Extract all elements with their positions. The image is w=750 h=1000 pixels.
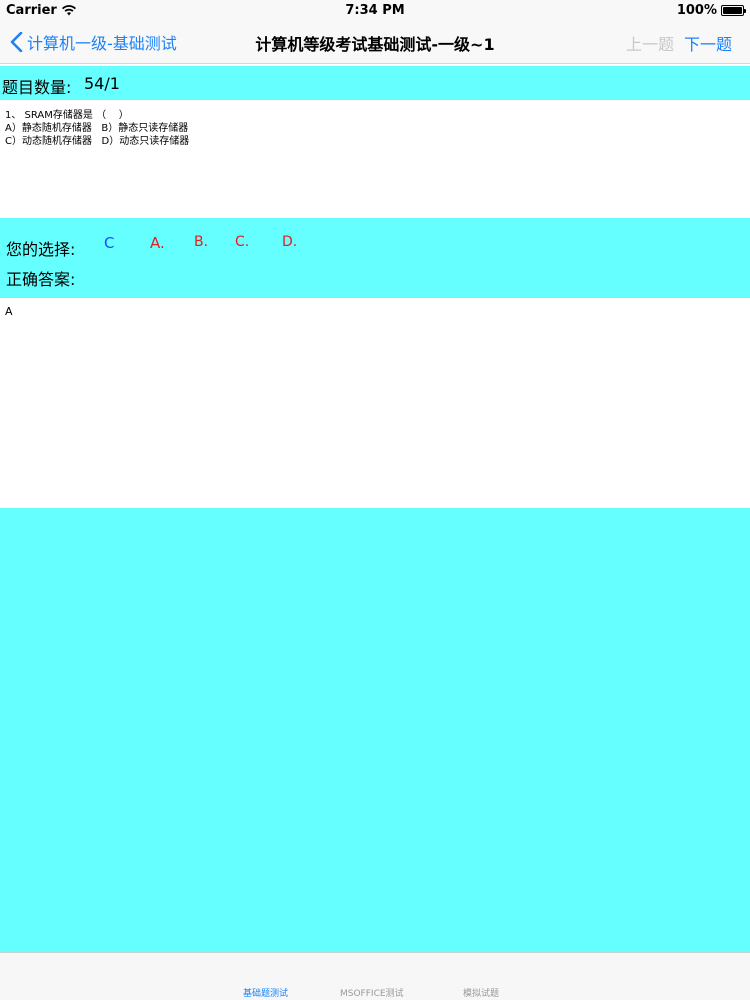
option-b-button[interactable]: B. <box>194 234 208 250</box>
your-choice-label: 您的选择: <box>6 240 76 259</box>
battery-group: 100% <box>676 3 746 18</box>
answer-explanation-area: A <box>0 298 750 508</box>
selected-choice-value: C <box>104 234 115 252</box>
navigation-bar: 计算机一级-基础测试 计算机等级考试基础测试-一级~1 上一题 下一题 <box>0 20 750 64</box>
question-count-bar: 题目数量: 54/1 <box>0 66 750 100</box>
correct-answer-label: 正确答案: <box>6 270 76 289</box>
option-d-button[interactable]: D. <box>282 234 297 250</box>
question-count-value: 54/1 <box>84 74 120 93</box>
answer-explanation-text: A <box>5 305 13 318</box>
status-time: 7:34 PM <box>345 3 405 18</box>
battery-icon <box>721 5 746 16</box>
tab-basic-test[interactable]: 基础题测试 <box>243 986 288 999</box>
question-line: 1、 SRAM存储器是 （ ） <box>5 110 129 121</box>
tab-msoffice-test[interactable]: MSOFFICE测试 <box>340 986 404 999</box>
tab-mock-exam[interactable]: 模拟试题 <box>463 986 499 999</box>
option-a-button[interactable]: A. <box>150 234 165 252</box>
question-count-label: 题目数量: <box>2 78 72 97</box>
question-text-area: 1、 SRAM存储器是 （ ） A）静态随机存储器 B）静态只读存储器 C）动态… <box>0 100 750 218</box>
question-option-line: A）静态随机存储器 B）静态只读存储器 <box>5 123 189 134</box>
question-option-line: C）动态随机存储器 D）动态只读存储器 <box>5 136 190 147</box>
tab-bar: 基础题测试 MSOFFICE测试 模拟试题 <box>0 952 750 1000</box>
status-bar: Carrier 7:34 PM 100% <box>0 0 750 20</box>
battery-percent: 100% <box>676 3 717 18</box>
previous-question-button[interactable]: 上一题 <box>626 31 674 55</box>
empty-content-area <box>0 508 750 952</box>
option-c-button[interactable]: C. <box>235 234 249 250</box>
next-question-button[interactable]: 下一题 <box>684 31 732 55</box>
nav-right-buttons: 上一题 下一题 <box>626 31 732 55</box>
answer-bar: 您的选择: C A. B. C. D. 正确答案: <box>0 218 750 298</box>
